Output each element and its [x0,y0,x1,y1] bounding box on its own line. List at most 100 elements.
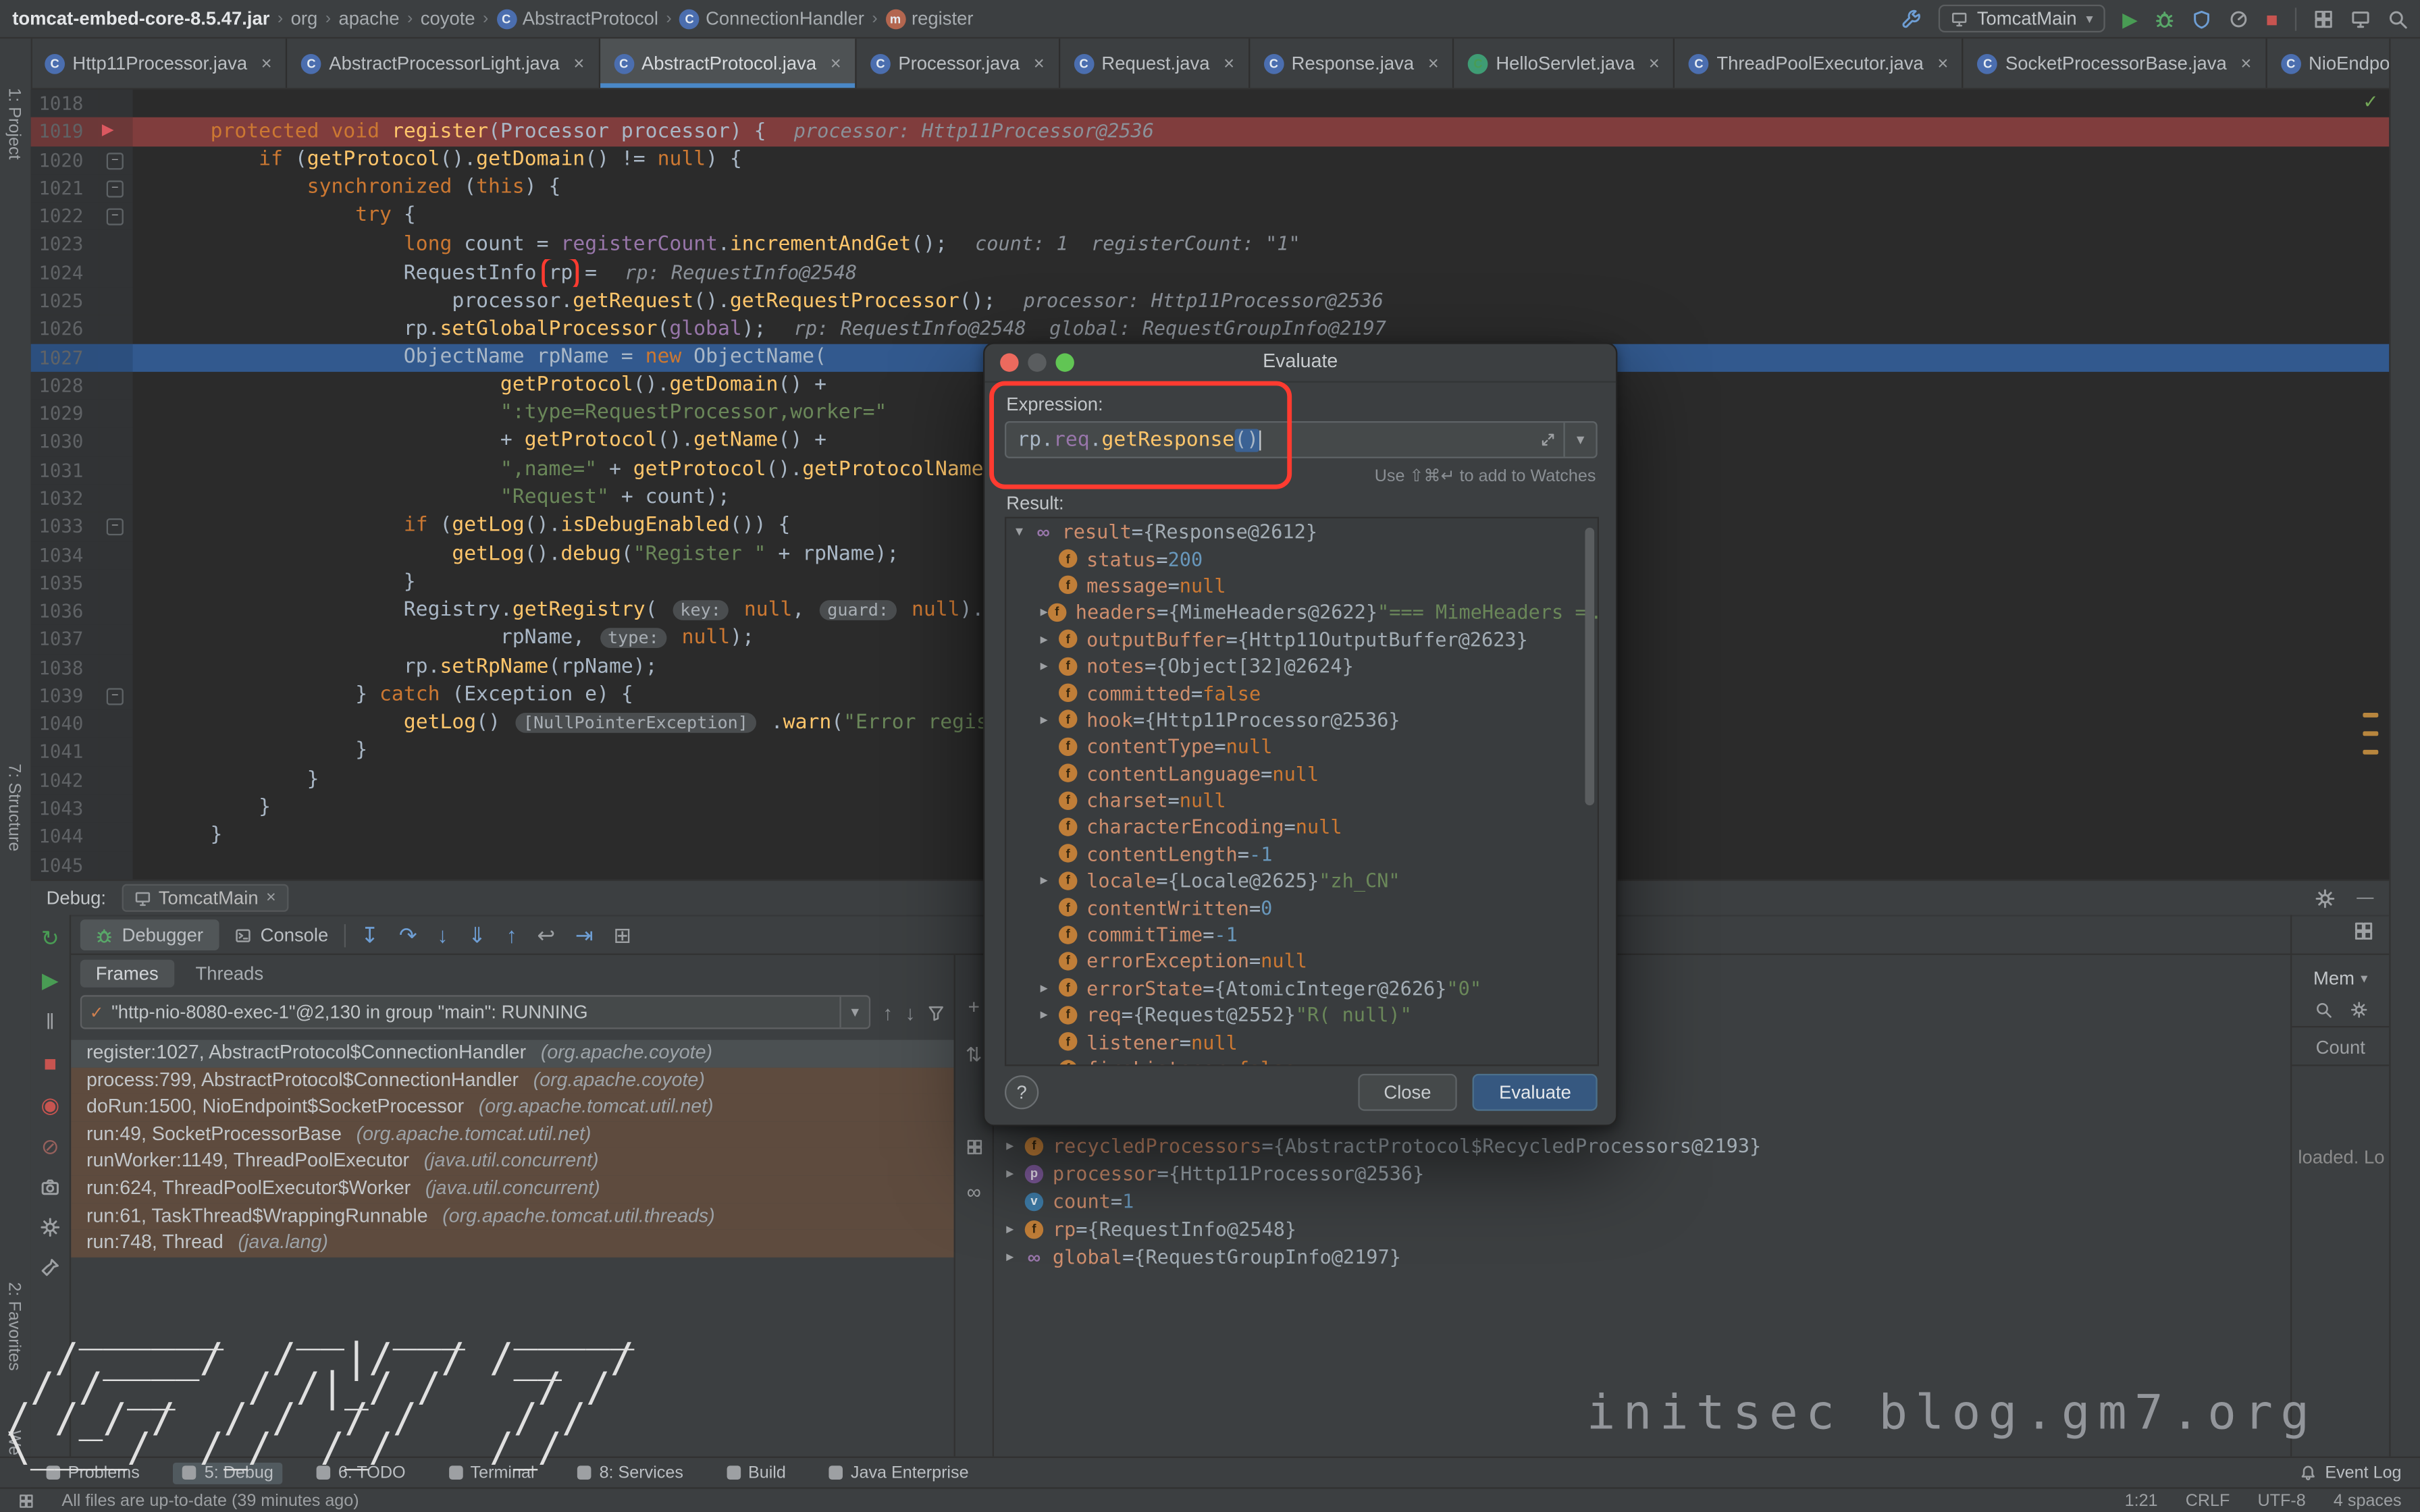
tree-row[interactable]: flistener = null [1006,1028,1597,1055]
hide-panel-icon[interactable]: — [2357,889,2373,907]
debug-button[interactable] [2155,9,2175,29]
code-text[interactable]: protected void register(Processor proces… [133,117,2390,146]
line-number[interactable]: 1021 [31,174,99,202]
variable-row[interactable]: ▶frecycledProcessors = {AbstractProtocol… [994,1133,2290,1160]
breadcrumb-item[interactable]: tomcat-embed-core-8.5.47.jar [12,7,269,29]
fold-icon[interactable]: − [107,152,124,169]
memory-count-column[interactable]: Count [2292,1037,2389,1066]
tree-row[interactable]: fcontentLanguage = null [1006,760,1597,787]
code-text[interactable]: processor.getRequest().getRequestProcess… [133,287,2390,315]
help-button[interactable]: ? [1005,1075,1038,1109]
tree-row[interactable]: ▶fheaders = {MimeHeaders@2622} "=== Mime… [1006,599,1597,626]
close-icon[interactable]: × [1034,53,1045,74]
fold-icon[interactable]: − [107,518,124,535]
debug-session-tab[interactable]: TomcatMain × [122,884,288,912]
editor-tab[interactable]: CHelloServlet.java× [1454,38,1675,88]
line-ending[interactable]: CRLF [2186,1491,2230,1509]
tree-row[interactable]: fmessage = null [1006,572,1597,599]
variable-row[interactable]: vcount = 1 [994,1188,2290,1216]
breadcrumb-item[interactable]: mregister [885,7,973,29]
view-options-icon[interactable] [966,1139,982,1156]
pin-icon[interactable] [40,1258,60,1278]
line-number[interactable]: 1019 [31,117,99,146]
variable-row[interactable]: ▶∞global = {RequestGroupInfo@2197} [994,1243,2290,1271]
close-icon[interactable]: × [1937,53,1948,74]
line-number[interactable]: 1018 [31,90,99,118]
sidebar-item-structure[interactable]: 7: Structure [5,763,23,851]
tab-console[interactable]: Console [219,919,344,950]
expand-editor-icon[interactable] [1540,432,1556,448]
sidebar-item-favorites[interactable]: 2: Favorites [5,1282,23,1370]
file-encoding[interactable]: UTF-8 [2258,1491,2306,1509]
line-number[interactable]: 1037 [31,625,99,653]
stack-frame-row[interactable]: runWorker:1149, ThreadPoolExecutor (java… [71,1148,953,1175]
line-number[interactable]: 1040 [31,710,99,738]
sidebar-item-project[interactable]: 1: Project [5,88,23,159]
dialog-title-bar[interactable]: Evaluate [984,344,1616,383]
line-number[interactable]: 1026 [31,315,99,344]
line-number[interactable]: 1027 [31,344,99,372]
editor-tab[interactable]: CSocketProcessorBase.java× [1964,38,2267,88]
inspections-ok-icon[interactable]: ✓ [2363,91,2378,113]
settings-gear-icon[interactable] [40,1217,60,1237]
close-icon[interactable]: × [573,53,584,74]
code-text[interactable]: rp.setGlobalProcessor(global);rp: Reques… [133,315,2390,344]
chevron-right-icon[interactable]: ▶ [1006,1133,1024,1160]
gear-icon[interactable] [2315,888,2336,908]
editor-tab[interactable]: CProcessor.java× [857,38,1060,88]
drop-frame-icon[interactable]: ↩ [537,922,555,948]
monitor-icon[interactable] [2350,9,2371,29]
coverage-button[interactable] [2192,9,2212,29]
scrollbar-thumb[interactable] [1585,528,1594,805]
profiler-button[interactable] [2229,9,2249,29]
filter-funnel-icon[interactable] [928,1004,945,1021]
line-number[interactable]: 1029 [31,400,99,428]
tree-row[interactable]: fcharacterEncoding = null [1006,813,1597,840]
code-text[interactable]: try { [133,202,2390,231]
fold-icon[interactable]: − [107,180,124,197]
close-icon[interactable]: × [1428,53,1439,74]
expression-input[interactable]: rp.req.getResponse() ▾ [1005,421,1598,458]
editor-tab[interactable]: CHttp11Processor.java× [31,38,288,88]
tree-row[interactable]: ▶freq = {Request@2552} "R( null)" [1006,1001,1597,1028]
code-text[interactable]: RequestInfo rp =rp: RequestInfo@2548 [133,259,2390,287]
toolwindow-button-build[interactable]: Build [717,1462,795,1484]
line-number[interactable]: 1044 [31,823,99,851]
toolwindow-button-5-debug[interactable]: 5: Debug [174,1462,282,1484]
line-number[interactable]: 1022 [31,202,99,231]
tab-debugger[interactable]: Debugger [80,919,219,950]
line-number[interactable]: 1043 [31,794,99,823]
line-number[interactable]: 1038 [31,653,99,682]
fold-icon[interactable]: − [107,209,124,225]
line-number[interactable]: 1032 [31,485,99,513]
step-over-icon[interactable]: ↷ [399,922,417,948]
toolwindow-switcher-icon[interactable] [18,1492,34,1508]
close-icon[interactable]: × [2240,53,2251,74]
editor-tab[interactable]: CNioEndpoint.java× [2267,38,2389,88]
resume-icon[interactable]: ▶ [42,969,59,990]
chevron-right-icon[interactable]: ▶ [1041,1008,1059,1022]
watches-icon[interactable]: ∞ [967,1181,981,1204]
memory-header[interactable]: Mem ▾ [2292,967,2389,989]
run-button[interactable]: ▶ [2122,9,2138,29]
chevron-right-icon[interactable]: ▶ [1041,713,1059,727]
tree-row[interactable]: fcontentLength = -1 [1006,840,1597,867]
chevron-right-icon[interactable]: ▶ [1041,632,1059,647]
code-text[interactable]: synchronized (this) { [133,174,2390,202]
stack-frame-row[interactable]: run:624, ThreadPoolExecutor$Worker (java… [71,1176,953,1203]
chevron-down-icon[interactable]: ▾ [839,997,868,1028]
line-number[interactable]: 1023 [31,230,99,259]
toolwindow-button-8-services[interactable]: 8: Services [569,1462,693,1484]
editor-tab[interactable]: CResponse.java× [1250,38,1454,88]
close-icon[interactable]: × [831,53,841,74]
pause-icon[interactable]: ‖ [46,1010,55,1032]
tab-frames[interactable]: Frames [80,960,174,988]
wrench-icon[interactable] [1901,9,1922,29]
variable-row[interactable]: ▶frp = {RequestInfo@2548} [994,1216,2290,1243]
search-icon[interactable] [2314,1001,2331,1018]
evaluate-button[interactable]: Evaluate [1473,1074,1597,1111]
stop-button[interactable]: ■ [2266,9,2278,29]
tree-row[interactable]: ferrorException = null [1006,948,1597,975]
rerun-icon[interactable]: ↻ [41,927,59,949]
tree-row[interactable]: fcommitTime = -1 [1006,921,1597,948]
